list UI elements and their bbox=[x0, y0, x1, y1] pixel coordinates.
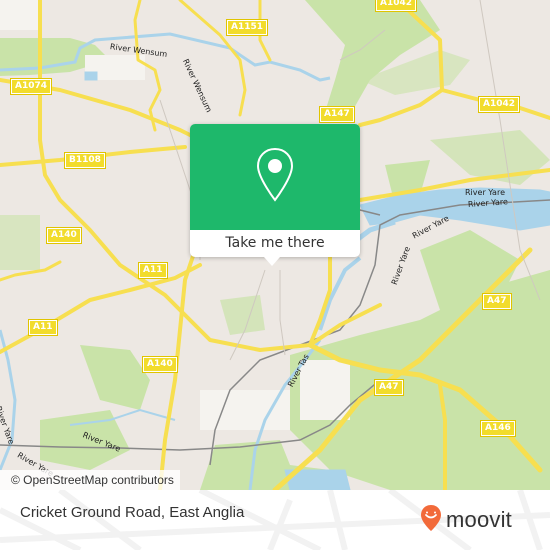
river-label-yare: River Yare bbox=[465, 188, 505, 197]
road-label-a140: A140 bbox=[142, 356, 178, 373]
road-label-a146: A146 bbox=[480, 420, 516, 437]
road-label-a47: A47 bbox=[374, 379, 404, 396]
road-label-a11: A11 bbox=[138, 262, 168, 279]
road-label-a1074: A1074 bbox=[9, 78, 53, 95]
moovit-logo[interactable]: moovit bbox=[420, 504, 512, 536]
road-label-a1042: A1042 bbox=[374, 0, 418, 12]
road-label-a147: A147 bbox=[319, 106, 355, 123]
location-popup[interactable]: Take me there bbox=[190, 124, 360, 257]
road-label-a1151: A1151 bbox=[225, 19, 269, 36]
popup-header bbox=[190, 124, 360, 230]
take-me-there-button[interactable]: Take me there bbox=[190, 230, 360, 257]
moovit-wordmark: moovit bbox=[446, 507, 512, 532]
footer-bar: Cricket Ground Road, East Anglia moovit bbox=[0, 490, 550, 550]
road-label-a140: A140 bbox=[46, 227, 82, 244]
popup-pointer bbox=[264, 257, 280, 266]
moovit-pin-icon bbox=[420, 504, 442, 536]
road-label-b1108: B1108 bbox=[64, 152, 106, 169]
map-pin-icon bbox=[255, 147, 295, 207]
road-label-a11: A11 bbox=[28, 319, 58, 336]
road-label-a47: A47 bbox=[482, 293, 512, 310]
road-label-a1042: A1042 bbox=[477, 96, 521, 113]
map-attribution[interactable]: © OpenStreetMap contributors bbox=[0, 470, 180, 490]
location-title: Cricket Ground Road, East Anglia bbox=[20, 504, 245, 521]
